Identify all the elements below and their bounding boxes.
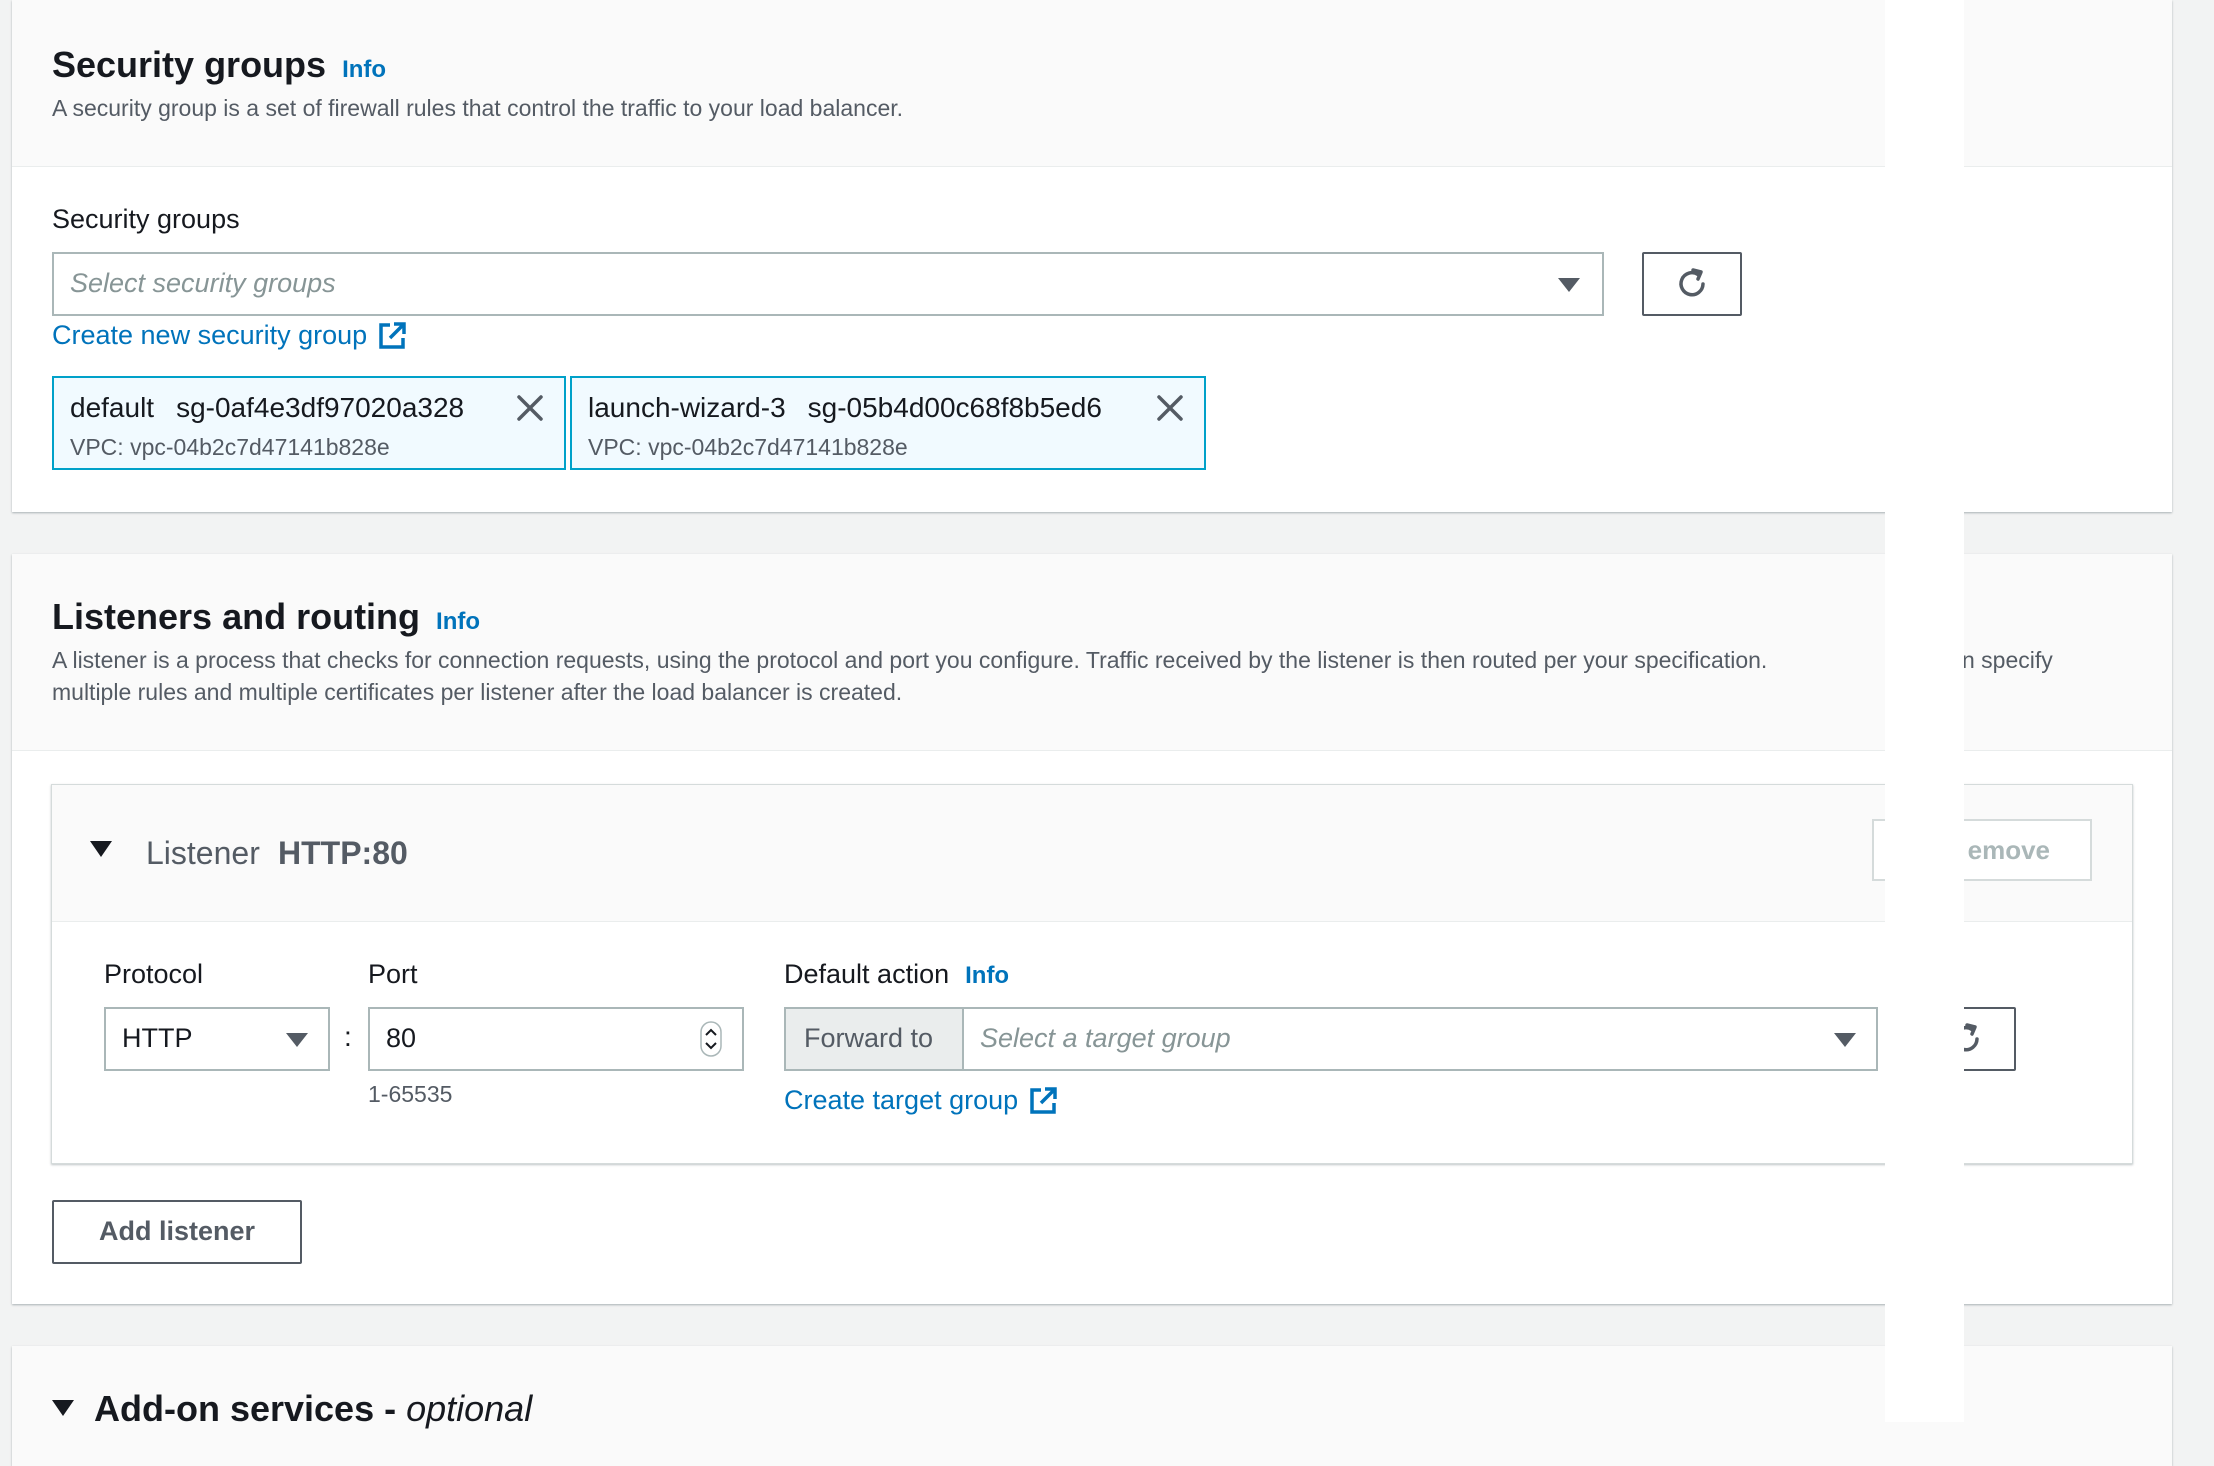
listener-label: Listener [146, 835, 260, 871]
addon-services-heading: Add-on services - [94, 1388, 407, 1429]
forward-to-addon: Forward to [786, 1009, 964, 1069]
external-link-icon [1030, 1086, 1057, 1114]
token-title: launch-wizard-3 sg-05b4d00c68f8b5ed6 [588, 392, 1102, 424]
chevron-down-icon [286, 1033, 308, 1047]
listeners-routing-heading: Listeners and routing [52, 596, 421, 637]
default-action-label: Default action Info [784, 959, 1009, 990]
security-groups-heading: Security groups [52, 44, 327, 85]
close-icon[interactable] [514, 392, 546, 424]
security-groups-info-link[interactable]: Info [342, 56, 386, 83]
add-listener-label: Add listener [98, 1216, 256, 1246]
token-name: launch-wizard-3 [588, 392, 786, 423]
addon-services-title: Add-on services - optional [94, 1388, 532, 1430]
protocol-port-separator: : [344, 1021, 352, 1052]
token-id: sg-0af4e3df97020a328 [176, 392, 465, 423]
remove-listener-label: emove [1967, 835, 2050, 865]
stepper-icon[interactable] [700, 1021, 722, 1057]
protocol-label: Protocol [104, 959, 204, 989]
listeners-routing-info-link[interactable]: Info [436, 608, 480, 635]
listeners-description-line1: A listener is a process that checks for … [52, 647, 1768, 673]
listeners-description-line2: multiple rules and multiple certificates… [52, 679, 903, 705]
external-link-icon [379, 321, 406, 349]
protocol-value: HTTP [122, 1023, 193, 1053]
listeners-description-tail: n specify [1962, 647, 2053, 673]
caret-down-icon[interactable] [90, 841, 112, 857]
port-value: 80 [386, 1023, 417, 1053]
refresh-security-groups-button[interactable] [1642, 252, 1742, 316]
overlay-strip [1885, 0, 1964, 1422]
protocol-select[interactable]: HTTP [104, 1007, 330, 1071]
chevron-down-icon [1834, 1033, 1856, 1047]
listeners-routing-header: Listeners and routing Info A listener is … [12, 554, 2172, 751]
close-icon[interactable] [1154, 392, 1186, 424]
token-name: default [70, 392, 155, 423]
chevron-down-icon [1558, 278, 1580, 292]
create-target-group-label: Create target group [784, 1085, 1019, 1115]
port-hint: 1-65535 [368, 1081, 453, 1107]
refresh-icon [1679, 268, 1705, 297]
default-action-info-link[interactable]: Info [965, 962, 1009, 989]
caret-down-icon[interactable] [52, 1400, 74, 1416]
listener-container: Listener HTTP:80 emove Protocol HTTP : P… [51, 784, 2133, 1164]
target-group-placeholder: Select a target group [980, 1023, 1231, 1053]
port-input[interactable]: 80 [368, 1007, 744, 1071]
create-target-group-link[interactable]: Create target group [784, 1085, 1058, 1116]
token-title: default sg-0af4e3df97020a328 [70, 392, 464, 424]
security-groups-select[interactable]: Select security groups [52, 252, 1604, 316]
security-groups-description: A security group is a set of firewall ru… [52, 95, 904, 121]
listener-header: Listener HTTP:80 emove [52, 785, 2132, 922]
forward-to-label: Forward to [804, 1023, 934, 1053]
security-groups-field-label: Security groups [52, 204, 240, 234]
port-label: Port [368, 959, 418, 989]
security-group-token-default: default sg-0af4e3df97020a328 VPC: vpc-04b… [52, 376, 566, 470]
default-action-heading: Default action [784, 959, 950, 989]
listeners-routing-panel: Listeners and routing Info A listener is … [12, 554, 2172, 1304]
add-listener-button[interactable]: Add listener [52, 1200, 302, 1264]
token-id: sg-05b4d00c68f8b5ed6 [807, 392, 1102, 423]
token-vpc: VPC: vpc-04b2c7d47141b828e [70, 434, 390, 460]
create-security-group-label: Create new security group [52, 320, 368, 350]
security-groups-header: Security groups Info A security group is … [12, 0, 2172, 167]
security-groups-title: Security groups Info [52, 44, 386, 86]
listener-name: HTTP:80 [278, 835, 408, 871]
addon-services-optional: optional [406, 1388, 533, 1429]
security-groups-placeholder: Select security groups [70, 268, 336, 298]
token-vpc: VPC: vpc-04b2c7d47141b828e [588, 434, 908, 460]
security-group-token-launch-wizard-3: launch-wizard-3 sg-05b4d00c68f8b5ed6 VPC:… [570, 376, 1206, 470]
addon-services-panel: Add-on services - optional [12, 1346, 2172, 1466]
listeners-routing-title: Listeners and routing Info [52, 596, 480, 638]
security-groups-panel: Security groups Info A security group is … [12, 0, 2172, 512]
create-security-group-link[interactable]: Create new security group [52, 320, 407, 351]
target-group-select[interactable]: Forward to Select a target group [784, 1007, 1878, 1071]
